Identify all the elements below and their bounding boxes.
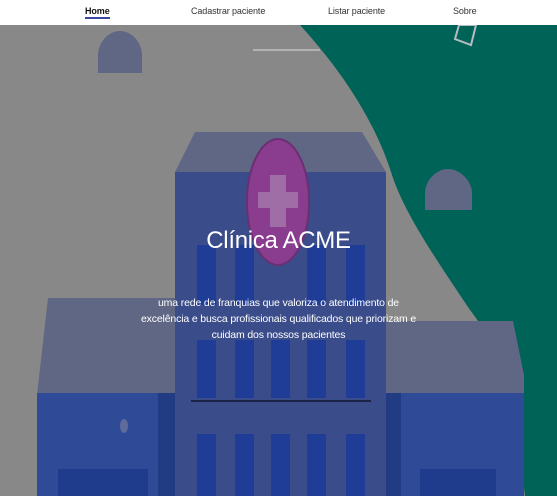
hero-description: uma rede de franquias que valoriza o ate…: [140, 297, 417, 341]
top-navbar: Home Cadastrar paciente Listar paciente …: [0, 0, 557, 25]
nav-sobre[interactable]: Sobre: [453, 6, 477, 16]
nav-home[interactable]: Home: [85, 6, 110, 19]
hero-illustration: [0, 25, 557, 496]
hero-title: Clínica ACME: [206, 227, 351, 254]
nav-cadastrar-paciente[interactable]: Cadastrar paciente: [191, 6, 265, 16]
nav-active-indicator: [85, 17, 110, 19]
nav-listar-paciente[interactable]: Listar paciente: [328, 6, 385, 16]
hero-section: Clínica ACME uma rede de franquias que v…: [0, 25, 557, 496]
hero-divider: [191, 400, 371, 402]
nav-home-label: Home: [85, 6, 110, 16]
